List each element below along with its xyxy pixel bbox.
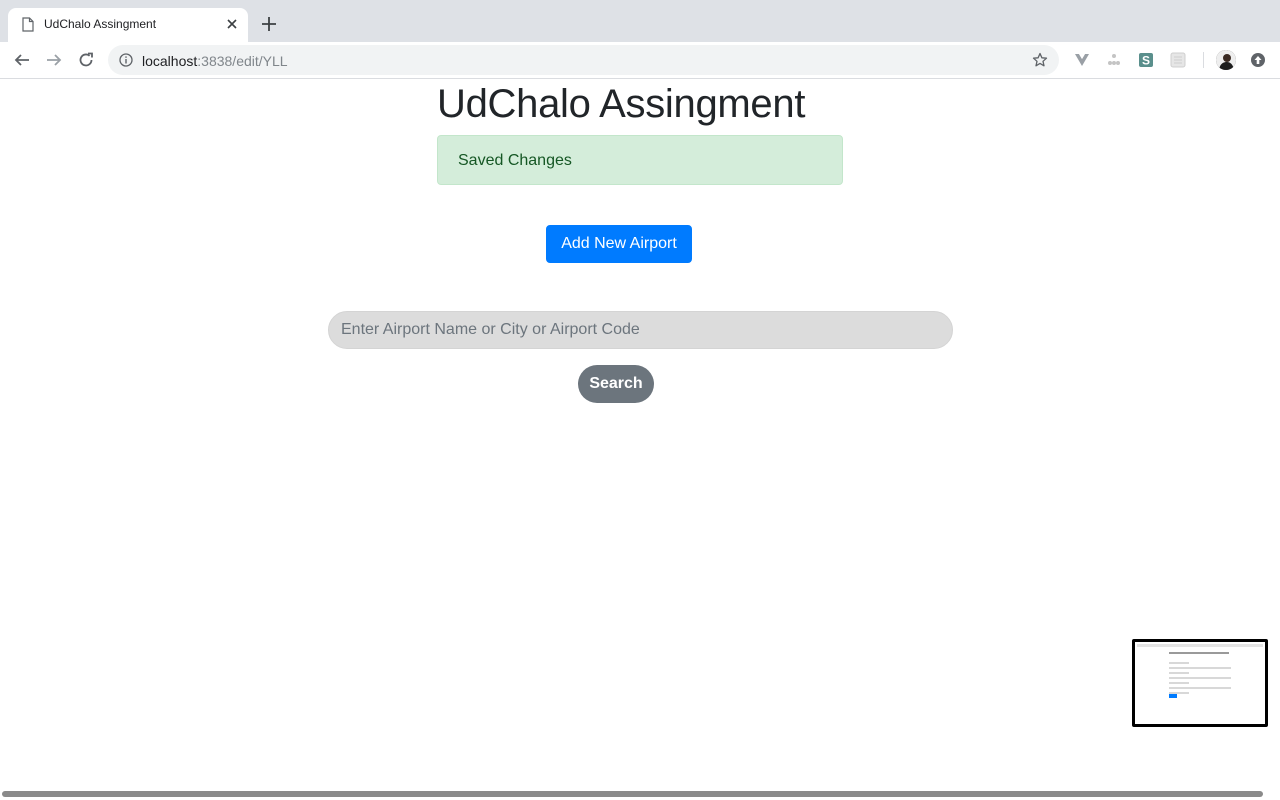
svg-text:S: S [1142, 54, 1150, 68]
star-icon[interactable] [1032, 52, 1048, 68]
browser-toolbar: localhost:3838/edit/YLL S [0, 42, 1280, 79]
toolbar-separator [1203, 52, 1204, 68]
doc-icon [22, 17, 34, 32]
browser-tab[interactable]: UdChalo Assingment [8, 8, 248, 42]
address-bar[interactable]: localhost:3838/edit/YLL [108, 45, 1059, 75]
page-content: UdChalo Assingment Saved Changes Add New… [0, 80, 1280, 800]
tab-strip: UdChalo Assingment [0, 0, 1280, 42]
vue-devtools-icon[interactable] [1074, 52, 1090, 68]
page-title: UdChalo Assingment [437, 82, 806, 126]
search-button[interactable]: Search [578, 365, 654, 403]
extension-icon[interactable] [1106, 52, 1122, 68]
add-airport-button[interactable]: Add New Airport [546, 225, 692, 263]
url-host: localhost [142, 53, 198, 69]
url-text[interactable]: localhost:3838/edit/YLL [142, 53, 288, 69]
plus-icon[interactable] [260, 15, 278, 33]
reload-icon[interactable] [77, 51, 95, 69]
url-path: :3838/edit/YLL [197, 53, 288, 69]
scrollbar-thumb[interactable] [2, 791, 1263, 797]
info-icon[interactable] [119, 53, 133, 67]
success-alert: Saved Changes [437, 135, 843, 185]
s-extension-icon[interactable]: S [1138, 52, 1154, 68]
avatar[interactable] [1216, 50, 1236, 70]
search-input[interactable] [328, 311, 953, 349]
horizontal-scrollbar[interactable] [0, 788, 1280, 800]
back-arrow-icon[interactable] [13, 51, 31, 69]
tab-title: UdChalo Assingment [44, 17, 157, 31]
close-icon[interactable] [224, 16, 240, 32]
grid-extension-icon[interactable] [1170, 52, 1186, 68]
window-thumbnail[interactable] [1132, 639, 1268, 727]
alert-text: Saved Changes [458, 152, 572, 169]
forward-arrow-icon[interactable] [45, 51, 63, 69]
update-icon[interactable] [1250, 52, 1266, 68]
